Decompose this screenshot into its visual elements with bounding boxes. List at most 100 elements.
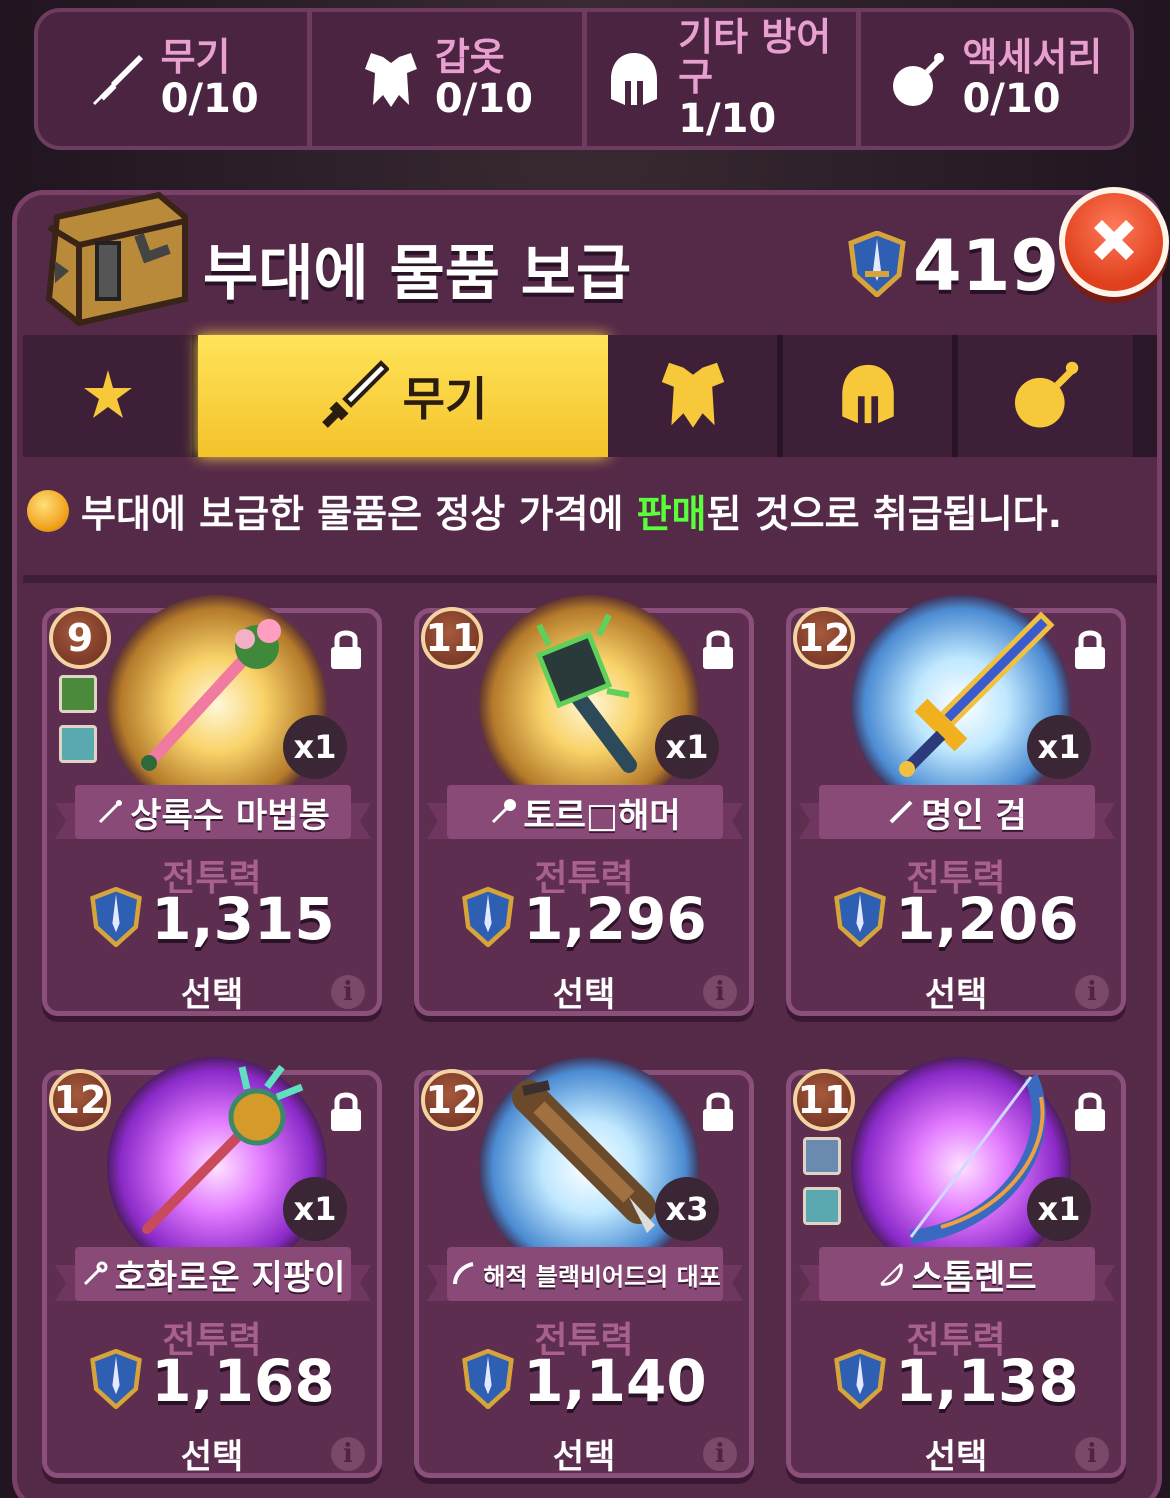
select-button[interactable]: 선택: [47, 1429, 377, 1478]
item-name: 상록수 마법봉: [130, 795, 330, 836]
quantity-badge: x3: [655, 1177, 719, 1241]
potion-icon: [888, 49, 948, 109]
info-icon[interactable]: i: [703, 975, 737, 1009]
item-card[interactable]: 12 x1 호화로운 지팡이 전투력 1,168 선택 i: [42, 1057, 382, 1478]
staff-icon: [107, 1057, 327, 1277]
select-button[interactable]: 선택: [791, 967, 1121, 1016]
level-badge: 12: [793, 607, 855, 669]
close-button[interactable]: [1059, 187, 1169, 297]
level-badge: 9: [49, 607, 111, 669]
armor-counter-value: 0/10: [434, 75, 533, 122]
slot-counter-bar: 무기 0/10 갑옷 0/10 기타 방어구 1/10 액세서리 0/10: [34, 8, 1134, 150]
treasure-chest-icon: [39, 187, 189, 327]
tab-weapon[interactable]: 무기: [198, 335, 608, 457]
weapon-counter-label: 무기: [160, 35, 231, 80]
item-name: 명인 검: [921, 795, 1027, 836]
helmet-icon: [604, 49, 664, 109]
armor-icon: [657, 358, 729, 434]
mace-icon: [479, 595, 699, 815]
combat-power-value: 1,296: [523, 885, 707, 953]
info-icon[interactable]: i: [703, 1437, 737, 1471]
accessory-counter: 액세서리 0/10: [861, 12, 1130, 146]
trait-icons: [803, 1137, 841, 1225]
info-icon[interactable]: i: [1075, 1437, 1109, 1471]
info-icon[interactable]: i: [331, 1437, 365, 1471]
sword-icon: [851, 595, 1071, 815]
tab-favorites[interactable]: [23, 335, 198, 457]
lock-icon[interactable]: [701, 627, 735, 671]
total-power: 419: [847, 225, 1059, 307]
combat-power-value: 1,315: [151, 885, 335, 953]
wand-icon: [96, 798, 124, 826]
item-card[interactable]: 9 x1 상록수 마법봉 전투력 1,315 선택 i: [42, 595, 382, 1016]
sale-notice-text: 부대에 보급한 물품은 정상 가격에 판매된 것으로 취급됩니다.: [81, 492, 1063, 536]
lock-icon[interactable]: [701, 1089, 735, 1133]
item-name-ribbon: 해적 블랙비어드의 대포: [427, 1247, 743, 1301]
potion-icon: [1010, 358, 1082, 434]
item-name-ribbon: 명인 검: [799, 785, 1115, 839]
bow-icon: [877, 1260, 905, 1288]
info-icon[interactable]: i: [331, 975, 365, 1009]
lock-icon[interactable]: [329, 627, 363, 671]
accessory-counter-label: 액세서리: [962, 35, 1103, 80]
lock-icon[interactable]: [1073, 1089, 1107, 1133]
combat-power: 1,140: [419, 1347, 749, 1415]
lock-icon[interactable]: [329, 1089, 363, 1133]
item-card[interactable]: 12 x1 명인 검 전투력 1,206 선택 i: [786, 595, 1126, 1016]
tab-accessory[interactable]: [958, 335, 1133, 457]
combat-power: 1,296: [419, 885, 749, 953]
combat-power: 1,315: [47, 885, 377, 953]
trait-icons: [59, 675, 97, 763]
select-button[interactable]: 선택: [791, 1429, 1121, 1478]
shield-icon: [89, 1348, 143, 1413]
item-name: 스톰렌드: [911, 1257, 1037, 1298]
armor-counter-label: 갑옷: [434, 35, 505, 80]
select-button[interactable]: 선택: [47, 967, 377, 1016]
staff-icon: [81, 1260, 109, 1288]
item-card[interactable]: 12 x3 해적 블랙비어드의 대포 전투력 1,140 선택 i: [414, 1057, 754, 1478]
weapon-counter: 무기 0/10: [38, 12, 313, 146]
item-name-ribbon: 호화로운 지팡이: [55, 1247, 371, 1301]
item-name-ribbon: 토르□해머: [427, 785, 743, 839]
item-card[interactable]: 11 x1 토르□해머 전투력 1,296 선택 i: [414, 595, 754, 1016]
swirl-icon: [803, 1137, 841, 1175]
lock-icon[interactable]: [1073, 627, 1107, 671]
tab-armor[interactable]: [608, 335, 783, 457]
item-card[interactable]: 11 x1 스톰렌드 전투력 1,138 선택 i: [786, 1057, 1126, 1478]
shield-icon: [833, 886, 887, 951]
quantity-badge: x1: [283, 1177, 347, 1241]
wolf-icon: [59, 725, 97, 763]
category-tabs: 무기: [23, 335, 1157, 457]
helmet-counter-value: 1/10: [678, 95, 777, 142]
armor-icon: [361, 49, 421, 109]
tab-weapon-label: 무기: [402, 372, 488, 426]
divider: [23, 575, 1157, 583]
combat-power-value: 1,168: [151, 1347, 335, 1415]
item-name: 토르□해머: [523, 795, 681, 836]
gun-icon: [449, 1260, 477, 1288]
select-button[interactable]: 선택: [419, 967, 749, 1016]
sale-notice: 부대에 보급한 물품은 정상 가격에 판매된 것으로 취급됩니다.: [27, 483, 1062, 538]
coin-icon: [27, 489, 69, 532]
helmet-counter-label: 기타 방어구: [678, 15, 832, 99]
combat-power: 1,206: [791, 885, 1121, 953]
panel-title: 부대에 물품 보급: [203, 239, 632, 309]
shield-icon: [89, 886, 143, 951]
shield-icon: [847, 230, 907, 301]
helmet-counter: 기타 방어구 1/10: [587, 12, 861, 146]
combat-power: 1,138: [791, 1347, 1121, 1415]
panel-header: 부대에 물품 보급 419: [17, 187, 1169, 335]
bow-icon: [851, 1057, 1071, 1277]
select-button[interactable]: 선택: [419, 1429, 749, 1478]
sword-icon: [319, 359, 390, 433]
wolf-icon: [803, 1187, 841, 1225]
gun-icon: [479, 1057, 699, 1277]
level-badge: 11: [421, 607, 483, 669]
accessory-counter-value: 0/10: [962, 75, 1061, 122]
tab-helmet[interactable]: [783, 335, 958, 457]
close-icon: [1084, 210, 1144, 274]
combat-power-value: 1,206: [895, 885, 1079, 953]
combat-power-value: 1,138: [895, 1347, 1079, 1415]
quantity-badge: x1: [1027, 715, 1091, 779]
info-icon[interactable]: i: [1075, 975, 1109, 1009]
